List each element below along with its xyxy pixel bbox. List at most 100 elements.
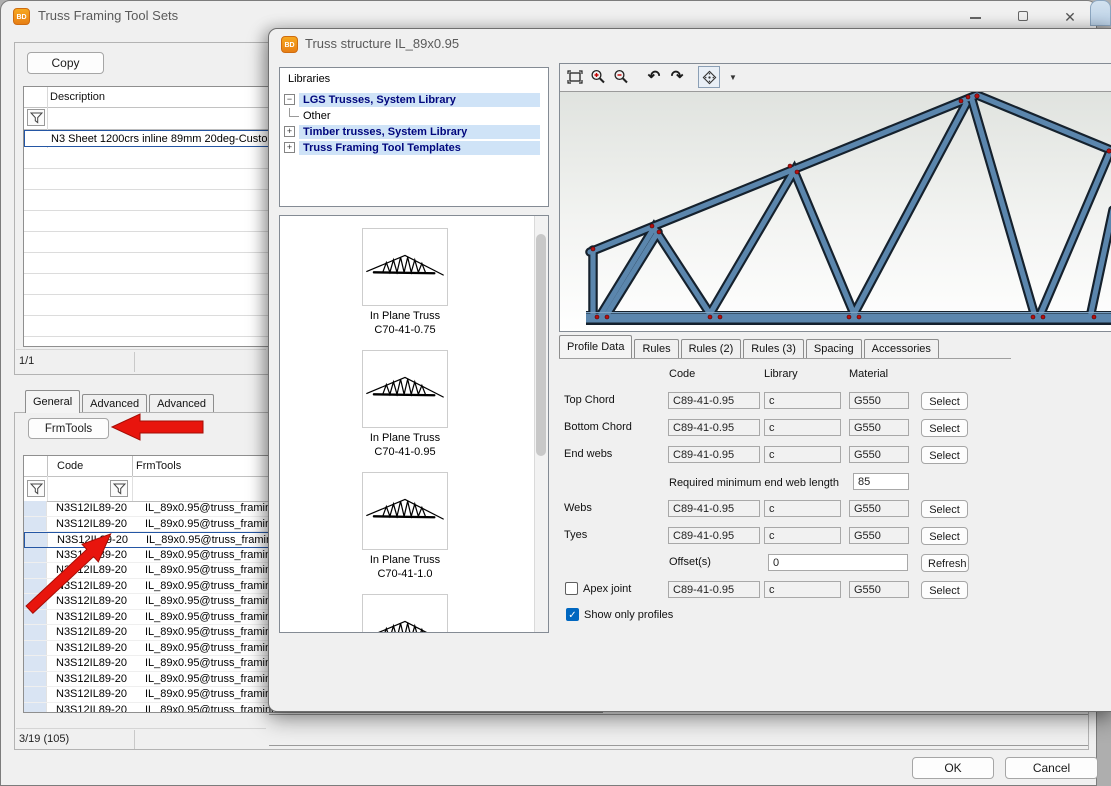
tab-advanced-1[interactable]: Advanced <box>82 394 147 413</box>
expand-icon[interactable]: + <box>284 142 295 153</box>
webs-library-field[interactable]: c <box>764 500 841 517</box>
tab-rules-2[interactable]: Rules (2) <box>681 339 742 358</box>
code-cell: N3S12IL89-20 <box>47 611 140 623</box>
screenshot-root: { "back_window": { "title": "Truss Frami… <box>0 0 1111 786</box>
webs-material-field[interactable]: G550 <box>849 500 909 517</box>
row-marker-cell <box>24 610 47 625</box>
offset-input[interactable]: 0 <box>768 554 908 571</box>
apex-code-field[interactable]: C89-41-0.95 <box>668 581 760 598</box>
description-column-header: Description <box>50 91 105 103</box>
ok-button[interactable]: OK <box>912 757 994 779</box>
truss-structure-window: BD Truss structure IL_89x0.95 Libraries … <box>268 28 1111 712</box>
toolbar-dropdown-icon[interactable]: ▼ <box>723 67 743 87</box>
tab-general[interactable]: General <box>25 390 80 413</box>
rotate-right-icon[interactable]: ↷ <box>667 67 687 87</box>
rotate-left-icon[interactable]: ↶ <box>644 67 664 87</box>
code-cell: N3S12IL89-20 <box>47 673 140 685</box>
tree-item-label: Truss Framing Tool Templates <box>299 141 540 155</box>
frmtools-button[interactable]: FrmTools <box>28 418 109 439</box>
filter-icon[interactable] <box>27 109 45 126</box>
truss-thumbnail-image <box>362 472 448 550</box>
tree-item-other[interactable]: Other <box>280 108 548 124</box>
cancel-button[interactable]: Cancel <box>1005 757 1098 779</box>
libraries-header: Libraries <box>288 73 330 85</box>
filter-divider <box>132 476 133 501</box>
collapse-icon[interactable]: − <box>284 94 295 105</box>
tab-spacing[interactable]: Spacing <box>806 339 862 358</box>
copy-button[interactable]: Copy <box>27 52 104 74</box>
tree-item-timber-trusses[interactable]: + Timber trusses, System Library <box>280 124 548 140</box>
end-webs-material-field[interactable]: G550 <box>849 446 909 463</box>
tab-accessories[interactable]: Accessories <box>864 339 939 358</box>
profile-tabs: Profile Data Rules Rules (2) Rules (3) S… <box>559 335 941 358</box>
refresh-button[interactable]: Refresh <box>921 554 969 572</box>
close-button[interactable]: ✕ <box>1053 5 1087 29</box>
truss-template-item[interactable]: In Plane Truss C70-41-1.15 <box>346 594 465 633</box>
required-min-input[interactable]: 85 <box>853 473 909 490</box>
webs-select-button[interactable]: Select <box>921 500 968 518</box>
required-min-label: Required minimum end web length <box>669 475 839 492</box>
truss-3d-viewport[interactable] <box>560 91 1111 331</box>
tree-item-tool-templates[interactable]: + Truss Framing Tool Templates <box>280 140 548 156</box>
truss-3d-drawing <box>560 92 1111 331</box>
tree-item-label: Timber trusses, System Library <box>299 125 540 139</box>
record-count-top: 1/1 <box>19 355 34 367</box>
truss-template-item[interactable]: In Plane Truss C70-41-0.95 <box>346 350 465 459</box>
tree-item-lgs-trusses[interactable]: − LGS Trusses, System Library <box>280 92 548 108</box>
tab-rules-3[interactable]: Rules (3) <box>743 339 804 358</box>
truss-template-code: C70-41-0.75 <box>346 323 465 337</box>
offset-label: Offset(s) <box>669 554 711 571</box>
top-chord-library-field[interactable]: c <box>764 392 841 409</box>
status-separator <box>16 349 266 350</box>
truss-template-item[interactable]: In Plane Truss C70-41-0.75 <box>346 228 465 337</box>
end-webs-select-button[interactable]: Select <box>921 446 968 464</box>
fit-view-icon[interactable] <box>565 67 585 87</box>
minimize-button[interactable] <box>959 5 993 29</box>
maximize-button[interactable] <box>1007 5 1041 29</box>
top-chord-select-button[interactable]: Select <box>921 392 968 410</box>
filter-divider <box>47 476 48 501</box>
zoom-out-icon[interactable] <box>611 67 631 87</box>
row-marker-cell <box>24 625 47 640</box>
top-chord-material-field[interactable]: G550 <box>849 392 909 409</box>
truss-template-item[interactable]: In Plane Truss C70-41-1.0 <box>346 472 465 581</box>
tyes-select-button[interactable]: Select <box>921 527 968 545</box>
top-chord-code-field[interactable]: C89-41-0.95 <box>668 392 760 409</box>
expand-icon[interactable]: + <box>284 126 295 137</box>
webs-code-field[interactable]: C89-41-0.95 <box>668 500 760 517</box>
pan-tool-icon[interactable] <box>698 66 720 88</box>
row-marker-cell <box>24 703 47 714</box>
filter-icon[interactable] <box>27 480 45 497</box>
truss-template-name: In Plane Truss <box>346 309 465 323</box>
show-only-profiles-checkbox[interactable]: ✓ <box>566 608 579 621</box>
app-icon: BD <box>281 36 298 53</box>
bottom-chord-library-field[interactable]: c <box>764 419 841 436</box>
tab-advanced-2[interactable]: Advanced <box>149 394 214 413</box>
tyes-code-field[interactable]: C89-41-0.95 <box>668 527 760 544</box>
tab-rules[interactable]: Rules <box>634 339 678 358</box>
end-webs-library-field[interactable]: c <box>764 446 841 463</box>
bottom-chord-code-field[interactable]: C89-41-0.95 <box>668 419 760 436</box>
tree-branch-line <box>289 108 299 117</box>
tab-profile-data[interactable]: Profile Data <box>559 335 632 358</box>
tyes-material-field[interactable]: G550 <box>849 527 909 544</box>
top-chord-label: Top Chord <box>564 392 615 409</box>
row-marker-cell <box>24 579 47 594</box>
scrollbar-thumb[interactable] <box>536 234 546 456</box>
status-separator <box>16 728 266 729</box>
tyes-library-field[interactable]: c <box>764 527 841 544</box>
thumbnail-grid: In Plane Truss C70-41-0.75 In Plane Trus… <box>286 228 524 633</box>
row-marker-cell <box>24 517 47 532</box>
filter-icon[interactable] <box>110 480 128 497</box>
bottom-chord-material-field[interactable]: G550 <box>849 419 909 436</box>
apex-joint-checkbox[interactable] <box>565 582 578 595</box>
apex-material-field[interactable]: G550 <box>849 581 909 598</box>
tool-sets-titlebar[interactable]: BD Truss Framing Tool Sets ✕ <box>1 1 1096 31</box>
truss-window-titlebar[interactable]: BD Truss structure IL_89x0.95 <box>269 29 1111 59</box>
apex-library-field[interactable]: c <box>764 581 841 598</box>
thumbnail-scrollbar[interactable] <box>534 216 548 632</box>
zoom-in-icon[interactable] <box>588 67 608 87</box>
bottom-chord-select-button[interactable]: Select <box>921 419 968 437</box>
apex-select-button[interactable]: Select <box>921 581 968 599</box>
end-webs-code-field[interactable]: C89-41-0.95 <box>668 446 760 463</box>
